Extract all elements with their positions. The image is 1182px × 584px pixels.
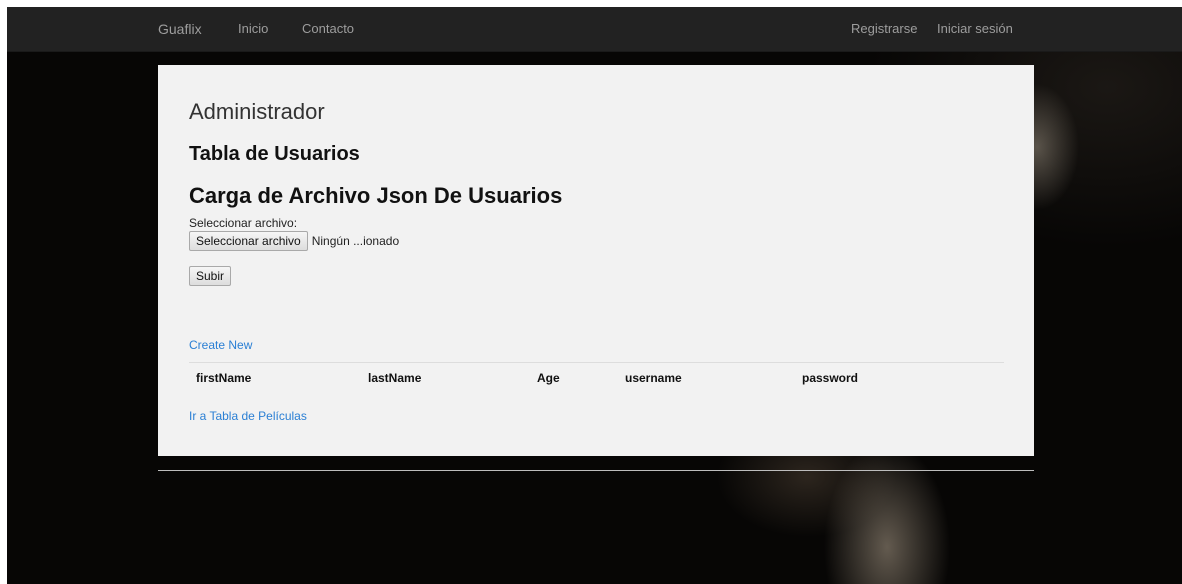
browser-viewport: Guaflix Inicio Contacto Registrarse Inic… <box>7 7 1182 584</box>
file-input[interactable]: Seleccionar archivo Ningún ...ionado <box>189 231 399 251</box>
column-header-firstname: firstName <box>196 371 252 385</box>
section-title: Tabla de Usuarios <box>189 143 360 165</box>
column-header-username: username <box>625 371 682 385</box>
table-divider <box>189 362 1004 363</box>
movies-table-link[interactable]: Ir a Tabla de Películas <box>189 409 307 423</box>
column-header-age: Age <box>537 371 560 385</box>
page-title: Administrador <box>189 99 325 124</box>
create-new-link[interactable]: Create New <box>189 338 252 352</box>
footer-divider <box>158 470 1034 471</box>
submit-button[interactable]: Subir <box>189 266 232 286</box>
file-status-text: Ningún ...ionado <box>311 234 400 248</box>
nav-link-registrarse[interactable]: Registrarse <box>851 21 917 36</box>
column-header-lastname: lastName <box>368 371 422 385</box>
upload-heading: Carga de Archivo Json De Usuarios <box>189 183 563 208</box>
nav-link-iniciar-sesion[interactable]: Iniciar sesión <box>937 21 1013 36</box>
nav-link-contacto[interactable]: Contacto <box>302 21 354 36</box>
choose-file-button[interactable]: Seleccionar archivo <box>189 231 308 251</box>
file-input-label: Seleccionar archivo: <box>189 216 298 230</box>
brand-link[interactable]: Guaflix <box>158 21 202 37</box>
nav-link-inicio[interactable]: Inicio <box>238 21 268 36</box>
column-header-password: password <box>802 371 859 385</box>
top-navbar: Guaflix Inicio Contacto Registrarse Inic… <box>7 7 1182 52</box>
content-panel: Administrador Tabla de Usuarios Carga de… <box>158 65 1034 456</box>
